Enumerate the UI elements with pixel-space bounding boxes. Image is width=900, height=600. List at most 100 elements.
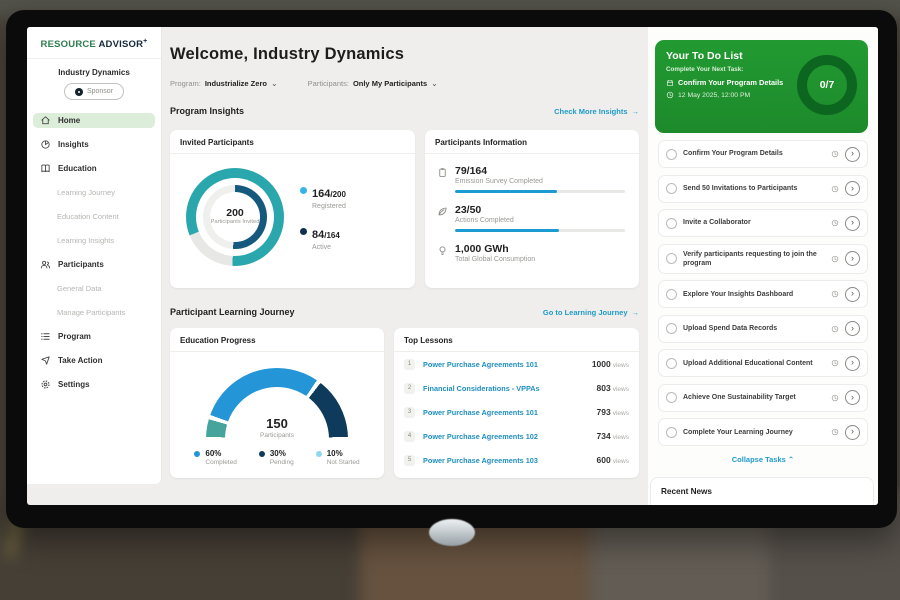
arrow-right-icon: → bbox=[632, 308, 640, 317]
sidebar-item[interactable]: Manage Participants bbox=[33, 305, 155, 320]
task-row[interactable]: Confirm Your Program Details › bbox=[658, 140, 868, 168]
task-row[interactable]: Explore Your Insights Dashboard › bbox=[658, 280, 868, 308]
task-label: Explore Your Insights Dashboard bbox=[683, 290, 825, 299]
sidebar-item[interactable]: Home bbox=[33, 113, 155, 128]
stat-value: 1,000 GWh bbox=[455, 243, 625, 255]
sidebar-item-label: Participants bbox=[58, 260, 104, 269]
lesson-views: 1000views bbox=[592, 359, 629, 369]
clock-icon bbox=[831, 325, 839, 333]
task-label: Send 50 Invitations to Participants bbox=[683, 184, 825, 193]
sidebar-item-label: Insights bbox=[58, 140, 89, 149]
stat-icon bbox=[437, 167, 448, 178]
sidebar-item[interactable]: Insights bbox=[33, 137, 155, 152]
sidebar-item-icon bbox=[40, 355, 51, 366]
legend-dot-icon bbox=[300, 228, 307, 235]
check-more-insights-link[interactable]: Check More Insights → bbox=[554, 107, 639, 116]
legend-item: 60% Completed bbox=[194, 449, 236, 466]
sidebar-item[interactable]: Program bbox=[33, 329, 155, 344]
task-checkbox[interactable] bbox=[666, 392, 677, 403]
legend-item: 10% Not Started bbox=[316, 449, 360, 466]
task-checkbox[interactable] bbox=[666, 358, 677, 369]
participants-information-title: Participants Information bbox=[425, 130, 639, 154]
sidebar-item[interactable]: Participants bbox=[33, 257, 155, 272]
lesson-title-link[interactable]: Power Purchase Agreements 102 bbox=[423, 432, 589, 441]
lesson-title-link[interactable]: Power Purchase Agreements 103 bbox=[423, 456, 589, 465]
sidebar-item[interactable]: General Data bbox=[33, 281, 155, 296]
task-row[interactable]: Upload Spend Data Records › bbox=[658, 315, 868, 343]
task-label: Invite a Collaborator bbox=[683, 218, 825, 227]
task-label: Confirm Your Program Details bbox=[683, 149, 825, 158]
sidebar-item[interactable]: Take Action bbox=[33, 353, 155, 368]
sidebar-item[interactable]: Learning Journey bbox=[33, 185, 155, 200]
chevron-down-icon: ⌄ bbox=[271, 81, 278, 87]
task-go-button[interactable]: › bbox=[845, 425, 860, 440]
task-go-button[interactable]: › bbox=[845, 390, 860, 405]
stat-progress-track bbox=[455, 229, 625, 232]
chevron-right-icon: › bbox=[851, 149, 854, 158]
stat-label: Emission Survey Completed bbox=[455, 178, 625, 185]
task-checkbox[interactable] bbox=[666, 253, 677, 264]
task-go-button[interactable]: › bbox=[845, 287, 860, 302]
task-checkbox[interactable] bbox=[666, 427, 677, 438]
lesson-title-link[interactable]: Financial Considerations - VPPAs bbox=[423, 384, 589, 393]
clock-icon bbox=[831, 150, 839, 158]
invited-donut-center: 200 Participants Invited bbox=[186, 168, 284, 266]
participants-filter-value: Only My Participants bbox=[353, 79, 427, 88]
task-go-button[interactable]: › bbox=[845, 216, 860, 231]
go-to-learning-journey-link[interactable]: Go to Learning Journey → bbox=[543, 308, 639, 317]
lesson-views: 600views bbox=[597, 455, 629, 465]
task-row[interactable]: Verify participants requesting to join t… bbox=[658, 244, 868, 274]
lesson-title-link[interactable]: Power Purchase Agreements 101 bbox=[423, 408, 589, 417]
top-lessons-list: 1 Power Purchase Agreements 101 1000view… bbox=[394, 352, 639, 472]
legend-dot-icon bbox=[300, 187, 307, 194]
task-checkbox[interactable] bbox=[666, 323, 677, 334]
chevron-down-icon: ⌄ bbox=[431, 81, 438, 87]
task-go-button[interactable]: › bbox=[845, 251, 860, 266]
sidebar-item[interactable]: Education Content bbox=[33, 209, 155, 224]
legend-label: Not Started bbox=[327, 459, 360, 466]
invited-center-label: Participants Invited bbox=[209, 219, 261, 227]
task-checkbox[interactable] bbox=[666, 218, 677, 229]
sidebar-item-icon bbox=[40, 331, 51, 342]
collapse-tasks-link[interactable]: Collapse Tasks ⌃ bbox=[648, 455, 878, 464]
stat-row: 79/164 Emission Survey Completed bbox=[437, 165, 625, 193]
program-filter[interactable]: Program: Industrialize Zero ⌄ bbox=[170, 79, 278, 88]
participants-filter[interactable]: Participants: Only My Participants ⌄ bbox=[308, 79, 438, 88]
legend-item: 84/164 Active bbox=[300, 225, 346, 251]
task-checkbox[interactable] bbox=[666, 183, 677, 194]
sidebar-item[interactable]: Education bbox=[33, 161, 155, 176]
sidebar-item[interactable]: Settings bbox=[33, 377, 155, 392]
sponsor-badge: Sponsor bbox=[64, 83, 124, 100]
task-row[interactable]: Invite a Collaborator › bbox=[658, 209, 868, 237]
task-checkbox[interactable] bbox=[666, 149, 677, 160]
task-go-button[interactable]: › bbox=[845, 181, 860, 196]
chevron-right-icon: › bbox=[851, 254, 854, 263]
dashboard-screen: RESOURCE ADVISOR+ Industry Dynamics Spon… bbox=[27, 27, 878, 505]
gauge-center-label: Participants bbox=[206, 432, 348, 439]
sidebar-item[interactable]: Learning Insights bbox=[33, 233, 155, 248]
task-go-button[interactable]: › bbox=[845, 321, 860, 336]
lesson-views: 734views bbox=[597, 431, 629, 441]
lesson-views: 793views bbox=[597, 407, 629, 417]
task-row[interactable]: Upload Additional Educational Content › bbox=[658, 349, 868, 377]
invited-participants-body: 200 Participants Invited 164/200 Registe… bbox=[170, 154, 415, 266]
task-go-button[interactable]: › bbox=[845, 147, 860, 162]
task-list: Confirm Your Program Details › Send 50 I… bbox=[658, 140, 868, 446]
clock-icon bbox=[831, 255, 839, 263]
task-go-button[interactable]: › bbox=[845, 356, 860, 371]
legend-dot-icon bbox=[316, 451, 322, 457]
chevron-right-icon: › bbox=[851, 184, 854, 193]
lesson-views-count: 600 bbox=[597, 455, 611, 465]
lesson-views-count: 803 bbox=[597, 383, 611, 393]
clock-icon bbox=[831, 185, 839, 193]
task-row[interactable]: Achieve One Sustainability Target › bbox=[658, 384, 868, 412]
task-row[interactable]: Send 50 Invitations to Participants › bbox=[658, 175, 868, 203]
sidebar-item-icon bbox=[40, 379, 51, 390]
top-lessons-panel: Top Lessons 1 Power Purchase Agreements … bbox=[394, 328, 639, 478]
sidebar-item-label: Education Content bbox=[57, 212, 119, 221]
task-row[interactable]: Complete Your Learning Journey › bbox=[658, 418, 868, 446]
lesson-title-link[interactable]: Power Purchase Agreements 101 bbox=[423, 360, 584, 369]
sidebar-item-label: Program bbox=[58, 332, 91, 341]
participants-information-panel: Participants Information 79/164 Emission… bbox=[425, 130, 639, 288]
task-checkbox[interactable] bbox=[666, 289, 677, 300]
